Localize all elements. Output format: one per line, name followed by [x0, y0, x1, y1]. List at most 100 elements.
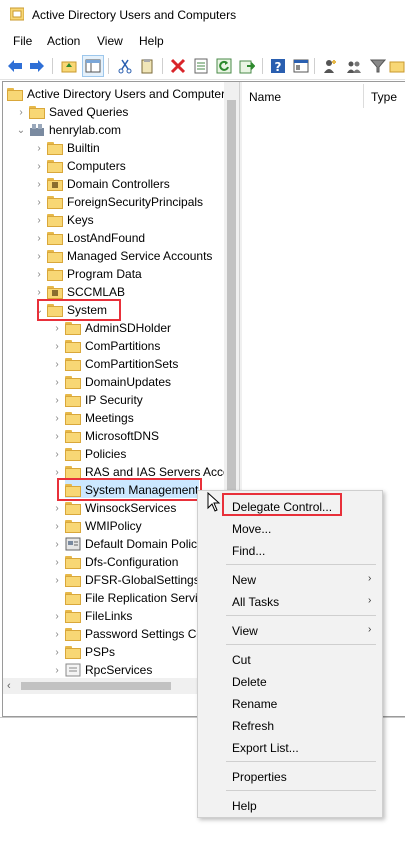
- chevron-right-icon[interactable]: ›: [33, 175, 45, 193]
- tree-item-file-replication-service[interactable]: File Replication Service: [51, 589, 211, 607]
- tree-item-managed-service-accounts[interactable]: › Managed Service Accounts: [33, 247, 213, 265]
- chevron-right-icon[interactable]: ›: [51, 391, 63, 409]
- chevron-right-icon[interactable]: ›: [51, 337, 63, 355]
- tree-item-admin-sd-holder[interactable]: › AdminSDHolder: [51, 319, 172, 337]
- system-management-highlight-box: [57, 478, 202, 501]
- tree-root[interactable]: Active Directory Users and Computers: [7, 85, 232, 103]
- chevron-right-icon[interactable]: ›: [33, 229, 45, 247]
- chevron-right-icon[interactable]: ›: [51, 643, 63, 661]
- tree-item-com-partition-sets[interactable]: › ComPartitionSets: [51, 355, 179, 373]
- chevron-right-icon[interactable]: ›: [51, 553, 63, 571]
- chevron-right-icon[interactable]: ›: [51, 499, 63, 517]
- tree-item-computers[interactable]: › Computers: [33, 157, 127, 175]
- tree-item-foreign-security-principals[interactable]: › ForeignSecurityPrincipals: [33, 193, 204, 211]
- export-icon[interactable]: [236, 55, 258, 77]
- tree-item-keys[interactable]: › Keys: [33, 211, 95, 229]
- column-header-name[interactable]: Name: [243, 82, 287, 110]
- tree-item-microsoft-dns[interactable]: › MicrosoftDNS: [51, 427, 160, 445]
- chevron-right-icon[interactable]: ›: [51, 661, 63, 679]
- tree-item-default-domain-policy[interactable]: › Default Domain Policy: [51, 535, 204, 553]
- cut-icon[interactable]: [114, 55, 136, 77]
- tree-item-dfs-configuration[interactable]: › Dfs-Configuration: [51, 553, 179, 571]
- tree-item-domain-updates[interactable]: › DomainUpdates: [51, 373, 172, 391]
- tree-item-file-links[interactable]: › FileLinks: [51, 607, 133, 625]
- tree-item-policies[interactable]: › Policies: [51, 445, 127, 463]
- menu-item-properties[interactable]: Properties: [232, 770, 287, 784]
- chevron-right-icon[interactable]: ›: [51, 607, 63, 625]
- tree-item-domain-controllers[interactable]: › Domain Controllers: [33, 175, 171, 193]
- tree-item-winsock-services[interactable]: › WinsockServices: [51, 499, 177, 517]
- refresh-icon[interactable]: [213, 55, 235, 77]
- tree-item-dfsr-global-settings[interactable]: › DFSR-GlobalSettings: [51, 571, 201, 589]
- menu-action[interactable]: Action: [47, 34, 80, 48]
- tree-item-lost-and-found[interactable]: › LostAndFound: [33, 229, 146, 247]
- chevron-right-icon[interactable]: ›: [51, 535, 63, 553]
- copy-icon[interactable]: [136, 55, 158, 77]
- back-arrow-icon[interactable]: [4, 55, 26, 77]
- tree-item-com-partitions[interactable]: › ComPartitions: [51, 337, 161, 355]
- menu-item-refresh[interactable]: Refresh: [232, 719, 274, 733]
- menu-help[interactable]: Help: [139, 34, 164, 48]
- chevron-right-icon[interactable]: ›: [33, 265, 45, 283]
- chevron-right-icon[interactable]: ›: [51, 319, 63, 337]
- menu-item-delete[interactable]: Delete: [232, 675, 267, 689]
- chevron-right-icon[interactable]: ›: [33, 157, 45, 175]
- chevron-right-icon[interactable]: ›: [15, 103, 27, 121]
- chevron-right-icon[interactable]: ›: [51, 517, 63, 535]
- mmc-icon[interactable]: [290, 55, 312, 77]
- menu-item-find[interactable]: Find...: [232, 544, 265, 558]
- tree-item-ip-security[interactable]: › IP Security: [51, 391, 144, 409]
- delegate-control-highlight-box: [222, 493, 342, 516]
- chevron-right-icon[interactable]: ›: [33, 193, 45, 211]
- menu-item-view[interactable]: View: [232, 624, 258, 638]
- properties-icon[interactable]: [190, 55, 212, 77]
- folder-icon: [65, 321, 81, 335]
- chevron-right-icon[interactable]: ›: [51, 445, 63, 463]
- chevron-right-icon[interactable]: ›: [33, 211, 45, 229]
- menu-item-all-tasks[interactable]: All Tasks: [232, 595, 279, 609]
- up-folder-icon[interactable]: [58, 55, 80, 77]
- tree-item-wmi-policy[interactable]: › WMIPolicy: [51, 517, 143, 535]
- menu-item-new[interactable]: New: [232, 573, 256, 587]
- show-tree-icon[interactable]: [82, 55, 104, 77]
- add-ou-icon[interactable]: [389, 55, 405, 77]
- menu-item-export-list[interactable]: Export List...: [232, 741, 299, 755]
- folder-icon: [65, 447, 81, 461]
- menu-item-rename[interactable]: Rename: [232, 697, 277, 711]
- tree-item-program-data[interactable]: › Program Data: [33, 265, 143, 283]
- chevron-down-icon[interactable]: ⌄: [15, 121, 27, 139]
- title-bar: Active Directory Users and Computers: [0, 0, 405, 30]
- chevron-right-icon[interactable]: ›: [51, 625, 63, 643]
- chevron-right-icon[interactable]: ›: [33, 247, 45, 265]
- chevron-right-icon[interactable]: ›: [51, 427, 63, 445]
- tree-item-psps[interactable]: › PSPs: [51, 643, 116, 661]
- add-user-icon[interactable]: [319, 55, 341, 77]
- forward-arrow-icon[interactable]: [26, 55, 48, 77]
- delete-icon[interactable]: [167, 55, 189, 77]
- filter-icon[interactable]: [367, 55, 389, 77]
- chevron-right-icon[interactable]: ›: [33, 139, 45, 157]
- menu-file[interactable]: File: [13, 34, 32, 48]
- add-group-icon[interactable]: [343, 55, 365, 77]
- tree-item-saved-queries[interactable]: › Saved Queries: [15, 103, 129, 121]
- tree-item-meetings[interactable]: › Meetings: [51, 409, 135, 427]
- tree-item-domain[interactable]: ⌄ henrylab.com: [15, 121, 122, 139]
- tree-item-builtin[interactable]: › Builtin: [33, 139, 101, 157]
- menu-item-move[interactable]: Move...: [232, 522, 271, 536]
- chevron-right-icon[interactable]: ›: [51, 409, 63, 427]
- help-icon[interactable]: ?: [267, 55, 289, 77]
- menu-item-help[interactable]: Help: [232, 799, 257, 813]
- chevron-right-icon[interactable]: ›: [51, 373, 63, 391]
- folder-icon: [47, 195, 63, 209]
- scroll-thumb[interactable]: [21, 682, 171, 690]
- chevron-right-icon[interactable]: ›: [51, 355, 63, 373]
- menu-item-cut[interactable]: Cut: [232, 653, 251, 667]
- tree-item-rpc-services[interactable]: › RpcServices: [51, 661, 153, 679]
- menu-view[interactable]: View: [97, 34, 123, 48]
- column-header-type[interactable]: Type: [365, 82, 403, 110]
- submenu-arrow-icon: ›: [368, 595, 372, 606]
- chevron-right-icon[interactable]: ›: [51, 571, 63, 589]
- scroll-thumb[interactable]: [227, 100, 236, 530]
- snapin-icon: [7, 87, 23, 101]
- scroll-left-icon[interactable]: ‹: [7, 680, 11, 692]
